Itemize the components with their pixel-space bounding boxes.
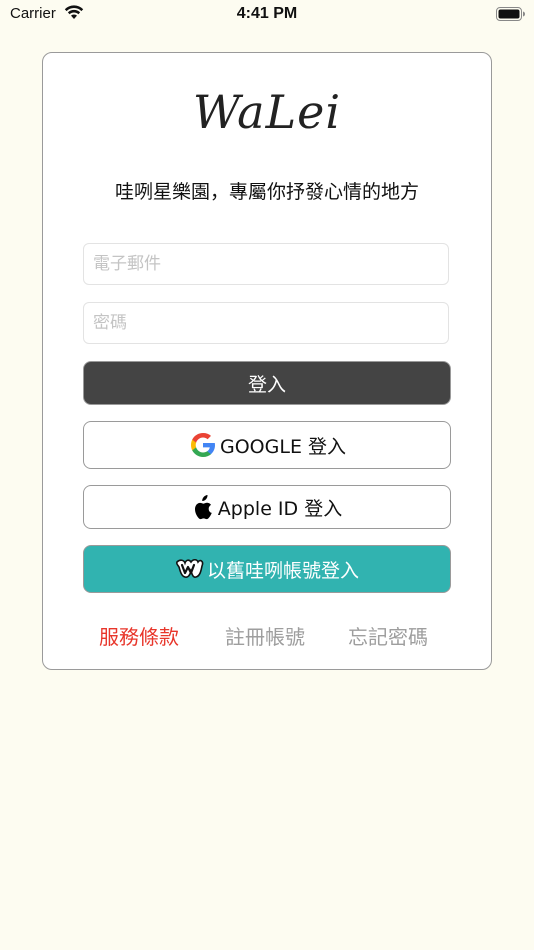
footer-links: 服務條款 註冊帳號 忘記密碼 <box>43 621 491 650</box>
terms-link[interactable]: 服務條款 <box>99 621 179 650</box>
status-bar: Carrier 4:41 PM <box>0 0 534 30</box>
email-field[interactable] <box>83 243 449 285</box>
register-link[interactable]: 註冊帳號 <box>225 621 305 650</box>
forgot-password-link[interactable]: 忘記密碼 <box>348 621 428 650</box>
apple-login-label: Apple ID 登入 <box>217 497 343 520</box>
login-button-label: 登入 <box>247 373 286 396</box>
login-button[interactable]: 登入 <box>83 361 451 405</box>
status-time: 4:41 PM <box>236 5 298 22</box>
tagline: 哇咧星樂園，專屬你抒發心情的地方 <box>114 181 419 203</box>
google-icon <box>188 430 218 460</box>
walei-icon <box>175 557 205 581</box>
google-login-label: GOOGLE 登入 <box>220 435 346 458</box>
walei-login-label: 以舊哇咧帳號登入 <box>206 559 359 582</box>
apple-login-button[interactable]: Apple ID 登入 <box>83 485 451 529</box>
apple-icon <box>192 493 216 521</box>
password-field[interactable] <box>83 302 449 344</box>
login-card: WaLei 哇咧星樂園，專屬你抒發心情的地方 登入 GOOGLE 登入 Appl… <box>42 52 492 670</box>
google-login-button[interactable]: GOOGLE 登入 <box>83 421 451 469</box>
battery-icon <box>496 6 526 25</box>
walei-legacy-login-button[interactable]: 以舊哇咧帳號登入 <box>83 545 451 593</box>
walei-logo: WaLei <box>192 85 342 139</box>
